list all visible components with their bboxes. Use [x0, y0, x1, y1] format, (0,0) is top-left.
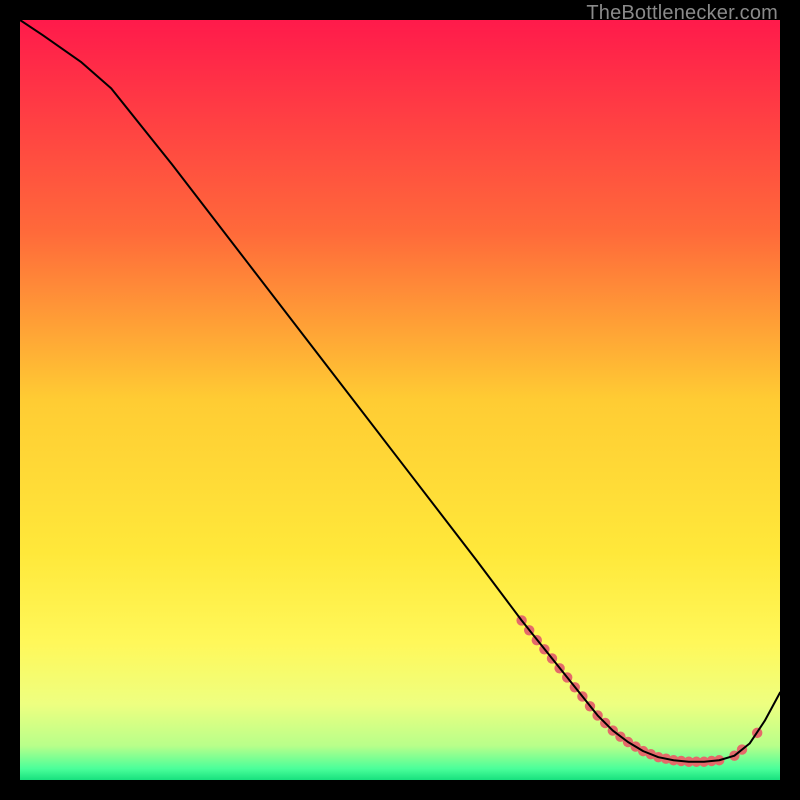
bottleneck-chart [20, 20, 780, 780]
chart-background [20, 20, 780, 780]
chart-frame [20, 20, 780, 780]
watermark-text: TheBottlenecker.com [586, 2, 778, 25]
